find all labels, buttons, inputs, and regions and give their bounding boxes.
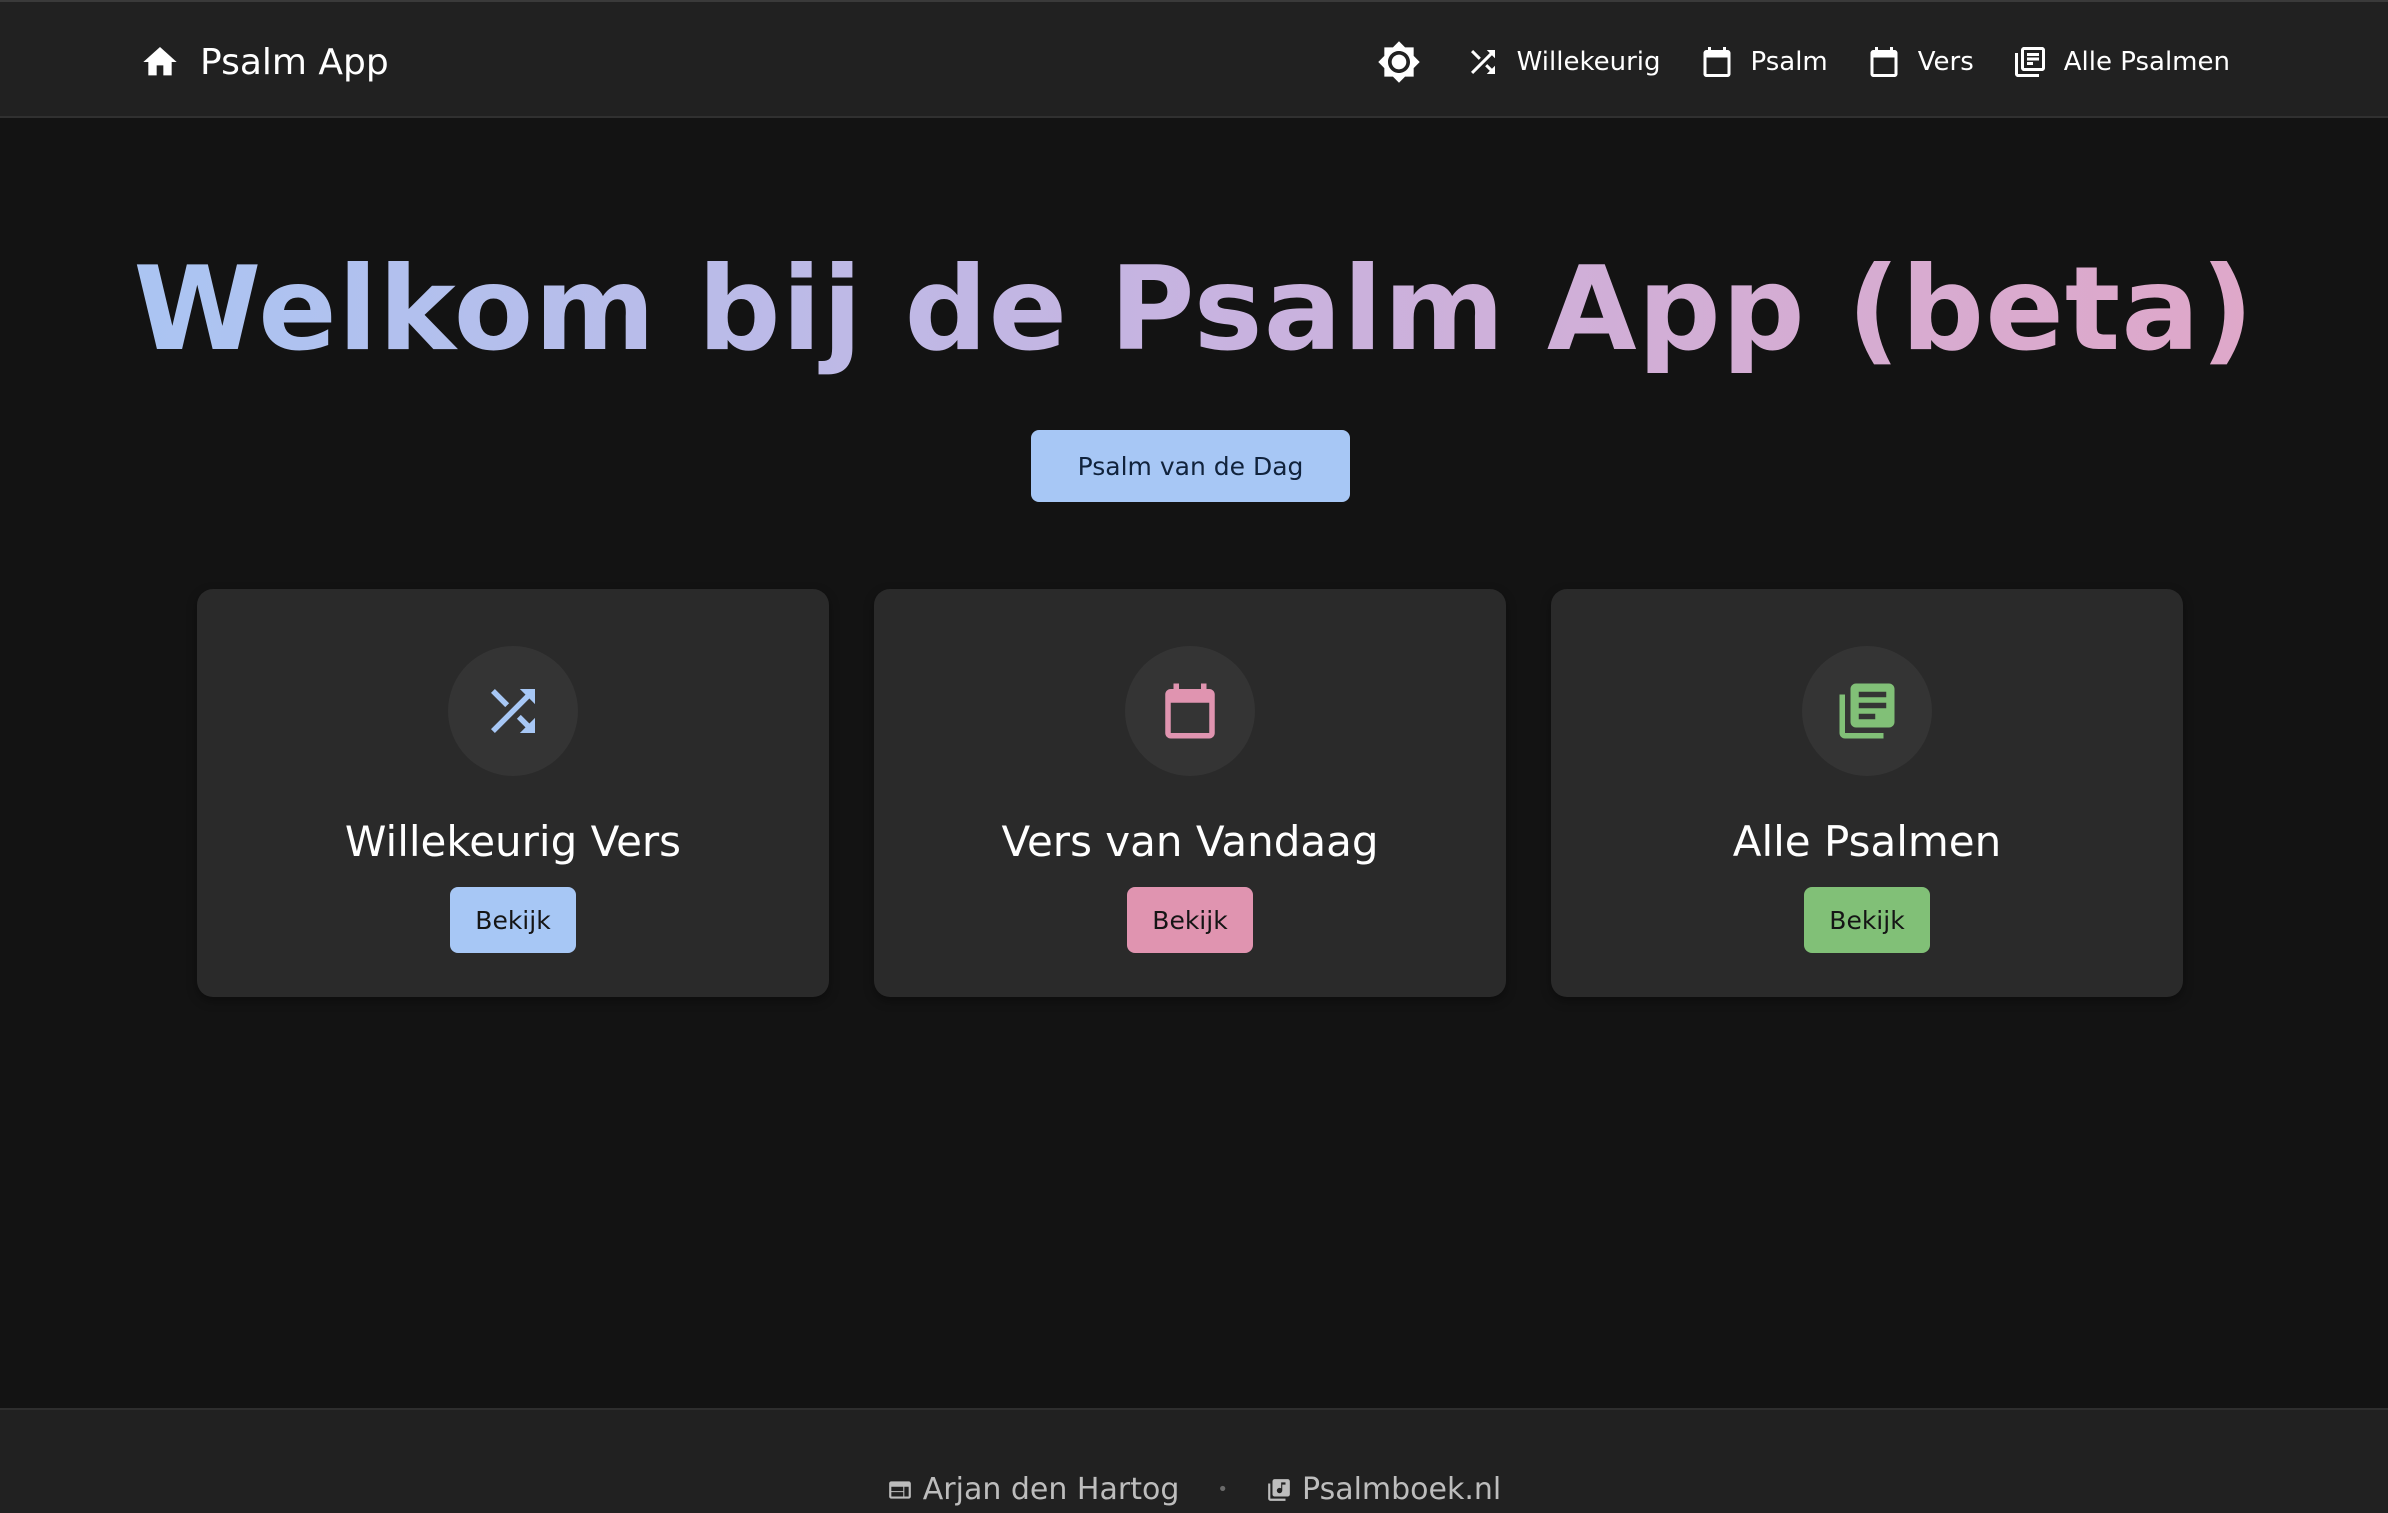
card-icon-circle bbox=[448, 646, 578, 776]
nav-item-alle-psalmen[interactable]: Alle Psalmen bbox=[2012, 44, 2230, 80]
library-music-icon bbox=[1268, 1478, 1290, 1501]
card-title: Willekeurig Vers bbox=[344, 817, 682, 866]
footer-link-author[interactable]: Arjan den Hartog bbox=[887, 1472, 1180, 1507]
card-alle-psalmen: Alle Psalmen Bekijk bbox=[1551, 589, 2183, 997]
nav-item-psalm[interactable]: Psalm bbox=[1699, 44, 1828, 80]
library-books-icon bbox=[2014, 47, 2045, 77]
calendar-icon bbox=[1703, 47, 1730, 77]
card-vers-van-vandaag: Vers van Vandaag Bekijk bbox=[874, 589, 1506, 997]
web-icon bbox=[888, 1480, 911, 1499]
top-app-bar: Psalm App Willekeurig Psalm Vers Alle Ps… bbox=[0, 0, 2388, 118]
card-willekeurig-vers: Willekeurig Vers Bekijk bbox=[197, 589, 829, 997]
theme-toggle-button[interactable] bbox=[1375, 38, 1423, 86]
footer-link-psalmboek[interactable]: Psalmboek.nl bbox=[1266, 1472, 1501, 1507]
nav-label: Vers bbox=[1917, 47, 1974, 77]
card-title: Alle Psalmen bbox=[1732, 817, 2002, 866]
footer-link-label: Arjan den Hartog bbox=[922, 1472, 1180, 1507]
library-books-icon bbox=[1839, 683, 1895, 739]
app-title: Psalm App bbox=[200, 41, 389, 83]
calendar-icon bbox=[1165, 683, 1215, 739]
bekijk-button[interactable]: Bekijk bbox=[1127, 887, 1253, 953]
main-nav: Willekeurig Psalm Vers Alle Psalmen bbox=[1375, 38, 2230, 86]
card-icon-circle bbox=[1802, 646, 1932, 776]
nav-item-willekeurig[interactable]: Willekeurig bbox=[1465, 44, 1661, 80]
footer-link-label: Psalmboek.nl bbox=[1302, 1472, 1502, 1507]
brightness-icon bbox=[1377, 41, 1420, 83]
hero-title: Welkom bij de Psalm App (beta) bbox=[0, 235, 2388, 385]
bekijk-button[interactable]: Bekijk bbox=[1804, 887, 1930, 953]
nav-item-vers[interactable]: Vers bbox=[1866, 44, 1974, 80]
footer: Arjan den Hartog • Psalmboek.nl bbox=[0, 1408, 2388, 1513]
nav-label: Alle Psalmen bbox=[2063, 47, 2230, 77]
home-icon bbox=[143, 47, 177, 76]
nav-label: Willekeurig bbox=[1516, 47, 1661, 77]
card-title: Vers van Vandaag bbox=[1001, 817, 1379, 866]
shuffle-icon bbox=[491, 689, 535, 733]
psalm-van-de-dag-button[interactable]: Psalm van de Dag bbox=[1031, 430, 1350, 502]
home-link[interactable]: Psalm App bbox=[140, 37, 389, 87]
footer-links: Arjan den Hartog • Psalmboek.nl bbox=[0, 1472, 2388, 1507]
calendar-icon bbox=[1870, 47, 1898, 77]
shuffle-icon bbox=[1470, 50, 1495, 74]
card-icon-circle bbox=[1125, 646, 1255, 776]
nav-label: Psalm bbox=[1750, 47, 1828, 77]
bekijk-button[interactable]: Bekijk bbox=[450, 887, 576, 953]
footer-separator: • bbox=[1217, 1479, 1228, 1500]
